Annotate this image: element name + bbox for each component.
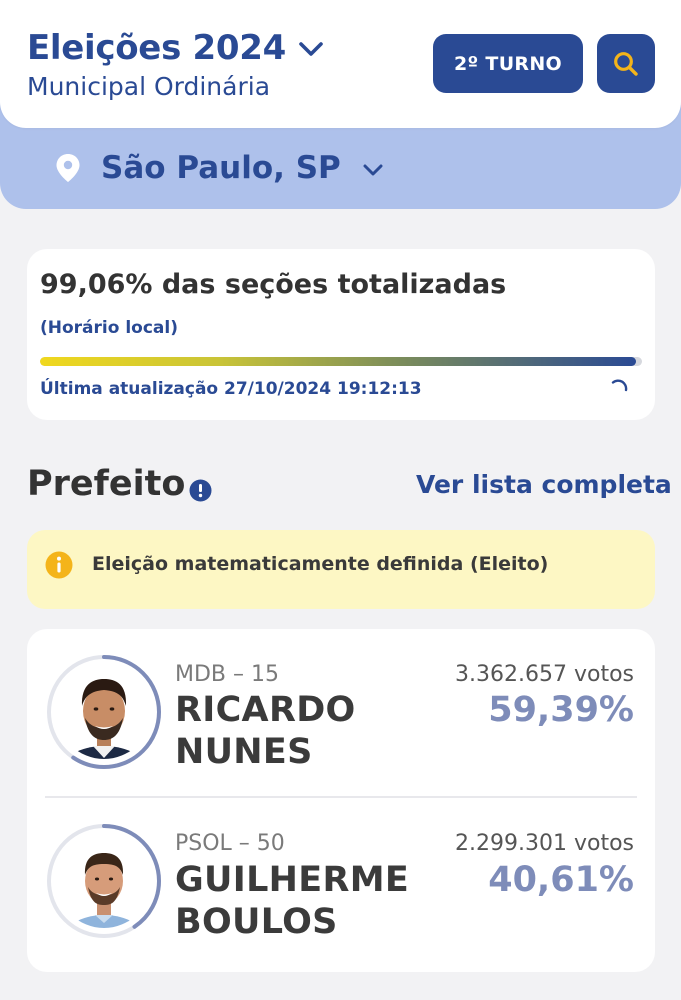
candidate-percent: 40,61%: [488, 860, 634, 900]
avatar: [47, 824, 161, 938]
candidate-party: MDB – 15: [175, 662, 279, 687]
last-update-text: Última atualização 27/10/2024 19:12:13: [40, 379, 422, 399]
candidate-name: GUILHERME BOULOS: [175, 860, 410, 942]
section-title: Prefeito: [27, 464, 186, 504]
see-full-list-link[interactable]: Ver lista completa: [416, 470, 672, 499]
candidate-row[interactable]: PSOL – 50 2.299.301 votos GUILHERME BOUL…: [27, 797, 655, 957]
totalization-card: 99,06% das seções totalizadas (Horário l…: [27, 249, 655, 420]
turno-button[interactable]: 2º TURNO: [433, 34, 583, 93]
page-title[interactable]: Eleições 2024: [27, 28, 286, 68]
chevron-down-icon[interactable]: [363, 164, 383, 176]
progress-fill: [40, 357, 637, 366]
info-icon: [45, 551, 73, 579]
refresh-spinner-icon: [609, 379, 629, 399]
candidate-votes: 2.299.301 votos: [455, 831, 634, 856]
chevron-down-icon[interactable]: [298, 41, 324, 57]
search-icon: [612, 50, 640, 78]
avatar: [47, 655, 161, 769]
candidate-name: RICARDO NUNES: [175, 690, 356, 772]
election-type: Municipal Ordinária: [27, 72, 271, 101]
totalization-progress: [40, 357, 642, 366]
alert-text: Eleição matematicamente definida (Eleito…: [92, 553, 549, 575]
candidate-votes: 3.362.657 votos: [455, 662, 634, 687]
totalization-title: 99,06% das seções totalizadas: [40, 269, 507, 300]
election-selector[interactable]: Eleições 2024: [27, 28, 324, 68]
timezone-note: (Horário local): [40, 318, 178, 338]
candidate-party: PSOL – 50: [175, 831, 285, 856]
info-icon[interactable]: [189, 479, 212, 502]
candidate-row[interactable]: MDB – 15 3.362.657 votos RICARDO NUNES 5…: [27, 629, 655, 789]
app-header: Eleições 2024 Municipal Ordinária 2º TUR…: [0, 0, 681, 128]
candidates-card: MDB – 15 3.362.657 votos RICARDO NUNES 5…: [27, 629, 655, 972]
search-button[interactable]: [597, 34, 655, 93]
election-defined-alert: Eleição matematicamente definida (Eleito…: [27, 530, 655, 609]
location-row[interactable]: São Paulo, SP: [55, 150, 383, 186]
location-pin-icon: [55, 153, 81, 183]
candidate-percent: 59,39%: [488, 690, 634, 730]
location-label[interactable]: São Paulo, SP: [101, 150, 341, 186]
